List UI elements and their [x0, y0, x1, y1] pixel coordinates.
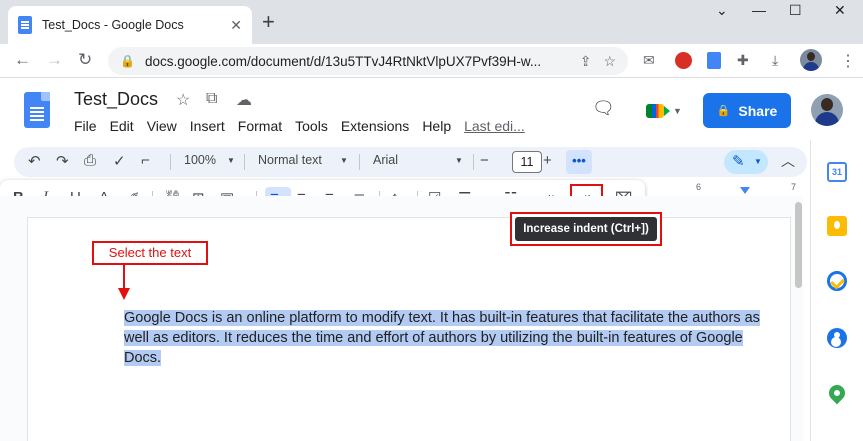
font-size-input[interactable]: 11	[512, 151, 542, 173]
star-icon[interactable]: ☆	[176, 90, 190, 110]
toolbar-divider	[244, 154, 245, 170]
ruler-label: 6	[696, 182, 702, 192]
document-body-text[interactable]: Google Docs is an online platform to mod…	[124, 308, 764, 368]
pencil-icon: ✎	[732, 153, 745, 170]
close-window-button[interactable]: ✕	[834, 2, 846, 19]
increase-indent-tooltip: Increase indent (Ctrl+])	[515, 217, 657, 241]
selected-text[interactable]: Google Docs is an online platform to mod…	[124, 310, 760, 366]
collapse-menus-icon[interactable]: ︿	[781, 151, 795, 171]
last-edit-link[interactable]: Last edi...	[464, 118, 525, 134]
menu-help[interactable]: Help	[422, 118, 451, 134]
menu-edit[interactable]: Edit	[110, 118, 134, 134]
meet-camera-icon	[646, 104, 671, 118]
menu-format[interactable]: Format	[238, 118, 282, 134]
horizontal-ruler[interactable]: 6 7	[648, 181, 796, 195]
browser-profile-avatar[interactable]	[800, 49, 822, 71]
contacts-icon[interactable]	[827, 328, 847, 348]
document-title[interactable]: Test_Docs	[74, 89, 158, 110]
new-tab-button[interactable]: +	[262, 11, 275, 33]
main-toolbar: ↶ ↷ ⎙ ✓ ⌐ 100% ▼ Normal text ▼ Arial ▼ −…	[14, 147, 807, 177]
font-select[interactable]: Arial	[373, 153, 398, 167]
move-folder-icon[interactable]: ⧉	[206, 90, 217, 108]
annotation-arrow	[123, 265, 125, 289]
side-panel: 31	[810, 140, 863, 441]
chevron-down-icon: ▼	[754, 157, 762, 166]
tooltip-highlight: Increase indent (Ctrl+])	[510, 212, 662, 246]
redo-icon[interactable]: ↷	[56, 152, 69, 170]
bookmark-star-icon[interactable]: ☆	[603, 53, 616, 70]
reload-icon[interactable]: ↻	[78, 50, 92, 70]
toolbar-divider	[359, 154, 360, 170]
docs-favicon-icon	[18, 16, 32, 34]
account-avatar[interactable]	[811, 94, 843, 126]
cloud-saved-icon[interactable]: ☁	[236, 90, 252, 110]
zoom-select[interactable]: 100%	[184, 153, 216, 167]
forward-arrow-icon[interactable]: →	[46, 50, 63, 70]
decrease-font-size-button[interactable]: −	[480, 152, 489, 169]
docs-logo-icon[interactable]	[24, 92, 50, 128]
paint-format-icon[interactable]: ⌐	[141, 152, 150, 169]
tab-search-icon[interactable]: ⌄	[716, 2, 728, 19]
calendar-icon[interactable]: 31	[827, 162, 847, 182]
meet-button[interactable]: ▼	[638, 96, 690, 126]
undo-icon[interactable]: ↶	[28, 152, 41, 170]
increase-font-size-button[interactable]: +	[543, 152, 552, 169]
minimize-button[interactable]: —	[752, 2, 766, 18]
adblock-extension-icon[interactable]	[675, 52, 692, 69]
share-label: Share	[738, 102, 778, 119]
docs-extension-icon[interactable]	[707, 52, 721, 69]
style-select[interactable]: Normal text	[258, 153, 322, 167]
chevron-down-icon: ▼	[673, 106, 682, 116]
download-icon[interactable]: ⤓	[772, 52, 778, 69]
browser-address-row: ← → ↻ 🔒 docs.google.com/document/d/13u5T…	[0, 44, 863, 78]
comment-history-icon[interactable]: 🗨	[592, 98, 615, 119]
menu-insert[interactable]: Insert	[190, 118, 225, 134]
maximize-button[interactable]: ☐	[789, 2, 802, 19]
address-bar[interactable]: 🔒 docs.google.com/document/d/13u5TTvJ4Rt…	[108, 47, 628, 75]
editing-mode-button[interactable]: ✎ ▼	[724, 150, 768, 174]
annotation-arrow-head	[118, 288, 130, 300]
tab-title: Test_Docs - Google Docs	[42, 18, 184, 32]
lock-icon[interactable]: 🔒	[120, 54, 135, 68]
chevron-down-icon: ▼	[455, 156, 463, 165]
maps-icon[interactable]	[825, 381, 849, 405]
menu-view[interactable]: View	[147, 118, 177, 134]
annotation-select-text: Select the text	[92, 241, 208, 265]
share-page-icon[interactable]: ⇪	[580, 53, 592, 70]
docs-menu-bar: File Edit View Insert Format Tools Exten…	[74, 118, 538, 134]
close-tab-icon[interactable]: ✕	[230, 17, 242, 34]
vertical-scrollbar[interactable]	[795, 202, 802, 288]
print-icon[interactable]: ⎙	[84, 152, 96, 169]
more-options-button[interactable]: •••	[566, 150, 592, 174]
lock-icon: 🔒	[716, 105, 731, 117]
chevron-down-icon: ▼	[340, 156, 348, 165]
back-arrow-icon[interactable]: ←	[14, 50, 31, 70]
tasks-icon[interactable]	[827, 271, 847, 291]
extensions-puzzle-icon[interactable]: ✚	[737, 52, 749, 69]
menu-tools[interactable]: Tools	[295, 118, 328, 134]
mail-extension-icon[interactable]: ✉	[643, 52, 655, 69]
menu-extensions[interactable]: Extensions	[341, 118, 409, 134]
browser-menu-icon[interactable]: ⋮	[840, 51, 856, 71]
right-indent-marker[interactable]	[740, 187, 750, 194]
keep-icon[interactable]	[827, 216, 847, 236]
browser-tab[interactable]: Test_Docs - Google Docs ✕	[8, 6, 252, 44]
toolbar-divider	[170, 154, 171, 170]
chevron-down-icon: ▼	[227, 156, 235, 165]
spellcheck-icon[interactable]: ✓	[113, 152, 126, 170]
menu-file[interactable]: File	[74, 118, 97, 134]
browser-tab-strip: Test_Docs - Google Docs ✕ + ⌄ — ☐ ✕	[0, 0, 863, 44]
toolbar-divider	[473, 154, 474, 170]
share-button[interactable]: 🔒 Share	[703, 93, 791, 128]
url-text[interactable]: docs.google.com/document/d/13u5TTvJ4RtNk…	[145, 54, 568, 69]
ruler-label: 7	[791, 182, 797, 192]
